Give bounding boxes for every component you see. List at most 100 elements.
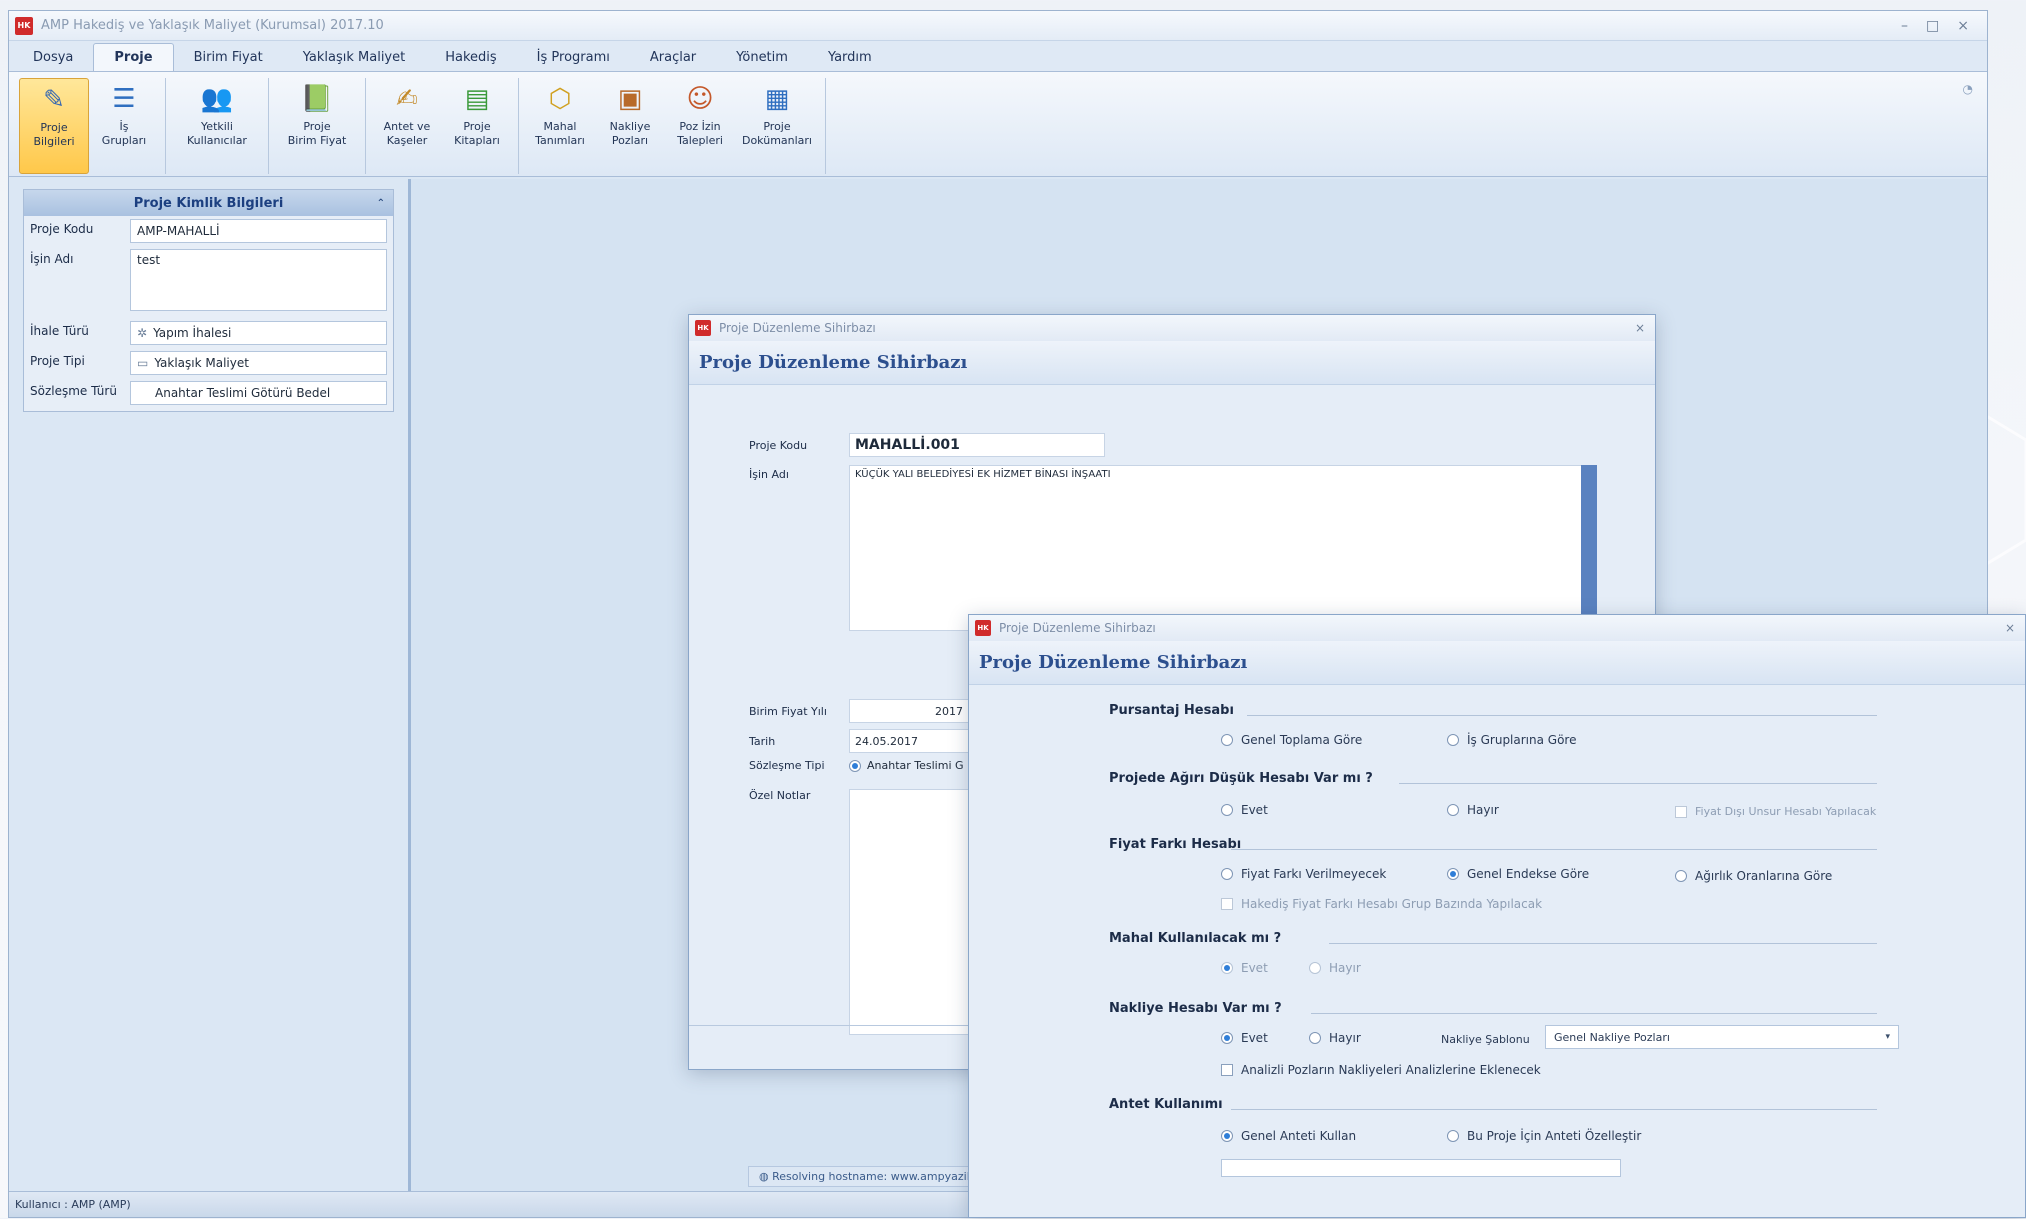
radio-genel-toplama[interactable]: Genel Toplama Göre [1221,733,1362,747]
ribbon-group-docs: ✍ Antet ve Kaşeler ▤ Proje Kitapları [366,78,519,174]
field-row: Özel Notlar [749,789,969,1035]
radio-button[interactable] [1309,1032,1321,1044]
tab-dosya[interactable]: Dosya [13,44,93,71]
radio-agir-hayir[interactable]: Hayır [1447,803,1499,817]
app-logo-icon: HK [15,16,33,35]
maximize-icon[interactable]: □ [1926,18,1939,34]
antet-ve-kaseler-button[interactable]: ✍ Antet ve Kaşeler [372,78,442,174]
work-name-textarea[interactable]: KÜÇÜK YALI BELEDİYESİ EK HİZMET BİNASI İ… [849,465,1597,631]
field-row: Tarih 24.05.2017 [749,729,969,753]
proje-dokumanlari-button[interactable]: ▦ Proje Dokümanları [735,78,819,174]
project-code-input[interactable]: MAHALLİ.001 [849,433,1105,457]
radio-antet-ozellestir[interactable]: Bu Proje İçin Anteti Özelleştir [1447,1129,1641,1143]
tab-yardim[interactable]: Yardım [808,44,892,71]
checkbox[interactable] [1221,1064,1233,1076]
ribbon-label: Mahal Tanımları [535,120,585,147]
ribbon-group-users: 👥 Yetkili Kullanıcılar [166,78,269,174]
checkbox[interactable] [1221,898,1233,910]
date-input[interactable]: 24.05.2017 [849,729,969,753]
checkbox-grup-bazinda[interactable]: Hakediş Fiyat Farkı Hesabı Grup Bazında … [1221,897,1542,911]
ribbon-group-definitions: ⬡ Mahal Tanımları ▣ Nakliye Pozları ☺ Po… [519,78,826,174]
radio-button[interactable] [1221,868,1233,880]
radio-button[interactable] [1447,868,1459,880]
tab-yonetim[interactable]: Yönetim [716,44,808,71]
radio-button[interactable] [1221,734,1233,746]
tender-type-field[interactable]: ✲ Yapım İhalesi [130,321,387,345]
collapse-icon[interactable]: ⌃ [377,198,385,209]
tab-proje[interactable]: Proje [93,43,174,71]
radio-button[interactable] [1447,804,1459,816]
yetkili-kullanicilar-button[interactable]: 👥 Yetkili Kullanıcılar [172,78,262,174]
checkbox-fiyat-disi[interactable]: Fiyat Dışı Unsur Hesabı Yapılacak [1675,805,1876,818]
option-label: Evet [1241,803,1268,817]
section-divider [1311,1013,1877,1014]
radio-button[interactable] [1447,734,1459,746]
radio-genel-endekse[interactable]: Genel Endekse Göre [1447,867,1589,881]
globe-icon: ◍ [759,1170,769,1183]
tab-birim-fiyat[interactable]: Birim Fiyat [174,44,283,71]
section-title: Nakliye Hesabı Var mı ? [1109,1001,1282,1016]
tab-yaklasik-maliyet[interactable]: Yaklaşık Maliyet [283,44,425,71]
radio-button[interactable] [1309,962,1321,974]
chevron-down-icon: ▾ [1885,1032,1890,1042]
work-name-field[interactable]: test [130,249,387,311]
checkbox[interactable] [1675,805,1687,818]
ribbon-toolbar: ✎ Proje Bilgileri ☰ İş Grupları 👥 Yetkil… [9,71,1987,177]
is-gruplari-button[interactable]: ☰ İş Grupları [89,78,159,174]
dialog-body: Pursantaj Hesabı Genel Toplama Göre İş G… [969,685,2025,1219]
window-title: AMP Hakediş ve Yaklaşık Maliyet (Kurumsa… [41,18,384,33]
radio-mahal-hayir[interactable]: Hayır [1309,961,1361,975]
calculator-icon: ▭ [137,356,149,370]
ribbon-label: Yetkili Kullanıcılar [187,120,247,147]
field-row: Sözleşme Tipi Anahtar Teslimi G [749,759,964,772]
help-icon[interactable]: ◔ [1953,78,1983,100]
unit-price-year-input[interactable]: 2017 [849,699,969,723]
panel-header[interactable]: Proje Kimlik Bilgileri ⌃ [24,190,393,216]
radio-is-gruplari[interactable]: İş Gruplarına Göre [1447,733,1576,747]
radio-nakliye-evet[interactable]: Evet [1221,1031,1268,1045]
close-icon[interactable]: × [2005,621,2015,635]
nakliye-sablonu-select[interactable]: Genel Nakliye Pozları ▾ [1545,1025,1899,1049]
project-code-field[interactable]: AMP-MAHALLİ [130,219,387,243]
radio-mahal-evet[interactable]: Evet [1221,961,1268,975]
special-notes-textarea[interactable] [849,789,969,1035]
proje-birim-fiyat-button[interactable]: 📗 Proje Birim Fiyat [275,78,359,174]
radio-nakliye-hayir[interactable]: Hayır [1309,1031,1361,1045]
tab-hakedis[interactable]: Hakediş [425,44,516,71]
scrollbar[interactable] [1581,465,1597,631]
mahal-tanimlari-button[interactable]: ⬡ Mahal Tanımları [525,78,595,174]
radio-agirlik-oranlari[interactable]: Ağırlık Oranlarına Göre [1675,869,1832,883]
tab-araclar[interactable]: Araçlar [630,44,716,71]
option-label: İş Gruplarına Göre [1467,733,1577,747]
radio-button[interactable] [1221,1130,1233,1142]
poz-izin-talepleri-button[interactable]: ☺ Poz İzin Talepleri [665,78,735,174]
nakliye-pozlari-button[interactable]: ▣ Nakliye Pozları [595,78,665,174]
radio-button[interactable] [849,759,861,772]
radio-agir-evet[interactable]: Evet [1221,803,1268,817]
radio-button[interactable] [1221,1032,1233,1044]
proje-kitaplari-button[interactable]: ▤ Proje Kitapları [442,78,512,174]
radio-button[interactable] [1221,962,1233,974]
contract-type-field[interactable]: Anahtar Teslimi Götürü Bedel [130,381,387,405]
project-type-field[interactable]: ▭ Yaklaşık Maliyet [130,351,387,375]
radio-fiyat-farki-verilmeyecek[interactable]: Fiyat Farkı Verilmeyecek [1221,867,1386,881]
proje-bilgileri-button[interactable]: ✎ Proje Bilgileri [19,78,89,174]
tab-is-programi[interactable]: İş Programı [517,44,630,71]
ribbon-group-project: ✎ Proje Bilgileri ☰ İş Grupları [13,78,166,174]
radio-button[interactable] [1675,870,1687,882]
checkbox-analizli-pozlar[interactable]: Analizli Pozların Nakliyeleri Analizleri… [1221,1063,1541,1077]
radio-button[interactable] [1221,804,1233,816]
antet-select[interactable] [1221,1159,1621,1177]
contract-type-option[interactable]: Anahtar Teslimi G [849,759,964,772]
radio-button[interactable] [1447,1130,1459,1142]
option-label: Anahtar Teslimi G [867,759,964,772]
field-value: Yaklaşık Maliyet [154,356,249,370]
field-label: Proje Kodu [30,222,94,236]
section-title: Mahal Kullanılacak mı ? [1109,931,1282,946]
close-icon[interactable]: × [1635,321,1645,335]
users-icon: 👥 [200,84,234,114]
section-divider [1231,849,1877,850]
close-icon[interactable]: × [1957,18,1969,34]
radio-genel-antet[interactable]: Genel Anteti Kullan [1221,1129,1356,1143]
minimize-icon[interactable]: – [1901,18,1908,34]
